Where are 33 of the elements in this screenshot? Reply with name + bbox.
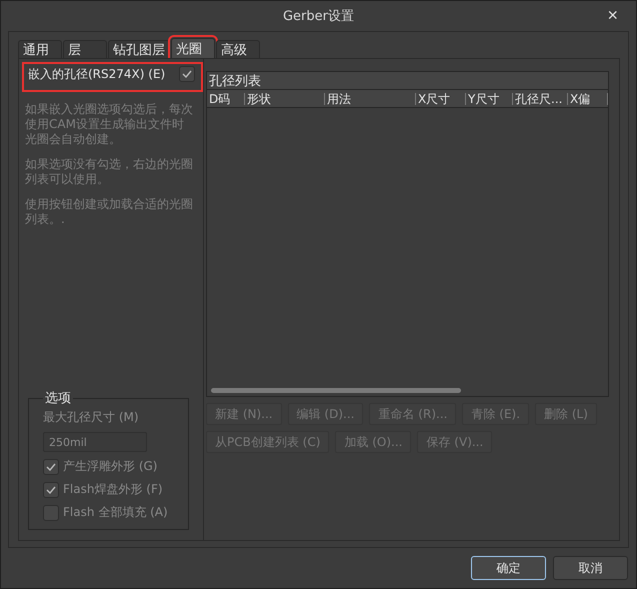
option-checkbox[interactable]: [43, 458, 59, 474]
help-text: 如果嵌入光圈选项勾选后，每次使用CAM设置生成输出文件时光圈会自动创建。: [25, 102, 194, 147]
option-checkbox[interactable]: [43, 504, 59, 520]
max-size-label: 最大孔径尺寸 (M): [43, 409, 140, 426]
tab[interactable]: 通用: [18, 40, 62, 58]
column-header[interactable]: 孔径尺...: [513, 93, 568, 105]
checkmark-icon: [46, 486, 56, 494]
tab[interactable]: 层: [63, 40, 107, 58]
list-title: 孔径列表: [207, 72, 608, 90]
dialog-button[interactable]: 取消: [553, 556, 628, 580]
column-header[interactable]: 形状: [245, 93, 325, 105]
help-text: 如果选项没有勾选，右边的光圈列表可以使用。: [25, 157, 194, 187]
dialog-button[interactable]: 确定: [471, 556, 546, 580]
tab[interactable]: 光圈: [171, 38, 215, 58]
option-checkbox[interactable]: [43, 482, 59, 498]
option-label: 产生浮雕外形 (G): [63, 458, 158, 475]
embedded-aperture-label: 嵌入的孔径(RS274X) (E): [28, 66, 166, 82]
option-label: Flash焊盘外形 (F): [63, 481, 163, 498]
checkmark-icon: [46, 462, 56, 470]
embedded-checkbox[interactable]: [179, 66, 195, 82]
checkmark-icon: [182, 70, 192, 78]
column-header[interactable]: 用法: [325, 93, 416, 105]
option-label: Flash 全部填充 (A): [63, 504, 168, 521]
close-button[interactable]: ×: [603, 5, 622, 26]
column-header[interactable]: X尺寸: [416, 93, 466, 105]
group-title: 选项: [44, 390, 72, 407]
tab[interactable]: 高级: [216, 40, 260, 58]
column-header[interactable]: Y尺寸: [466, 93, 513, 105]
column-header[interactable]: X偏: [568, 93, 608, 105]
column-header[interactable]: D码: [207, 93, 245, 105]
window-title: Gerber设置: [282, 8, 354, 25]
tab[interactable]: 钻孔图层: [108, 40, 170, 58]
help-text: 使用按钮创建或加载合适的光圈列表。.: [25, 197, 194, 227]
